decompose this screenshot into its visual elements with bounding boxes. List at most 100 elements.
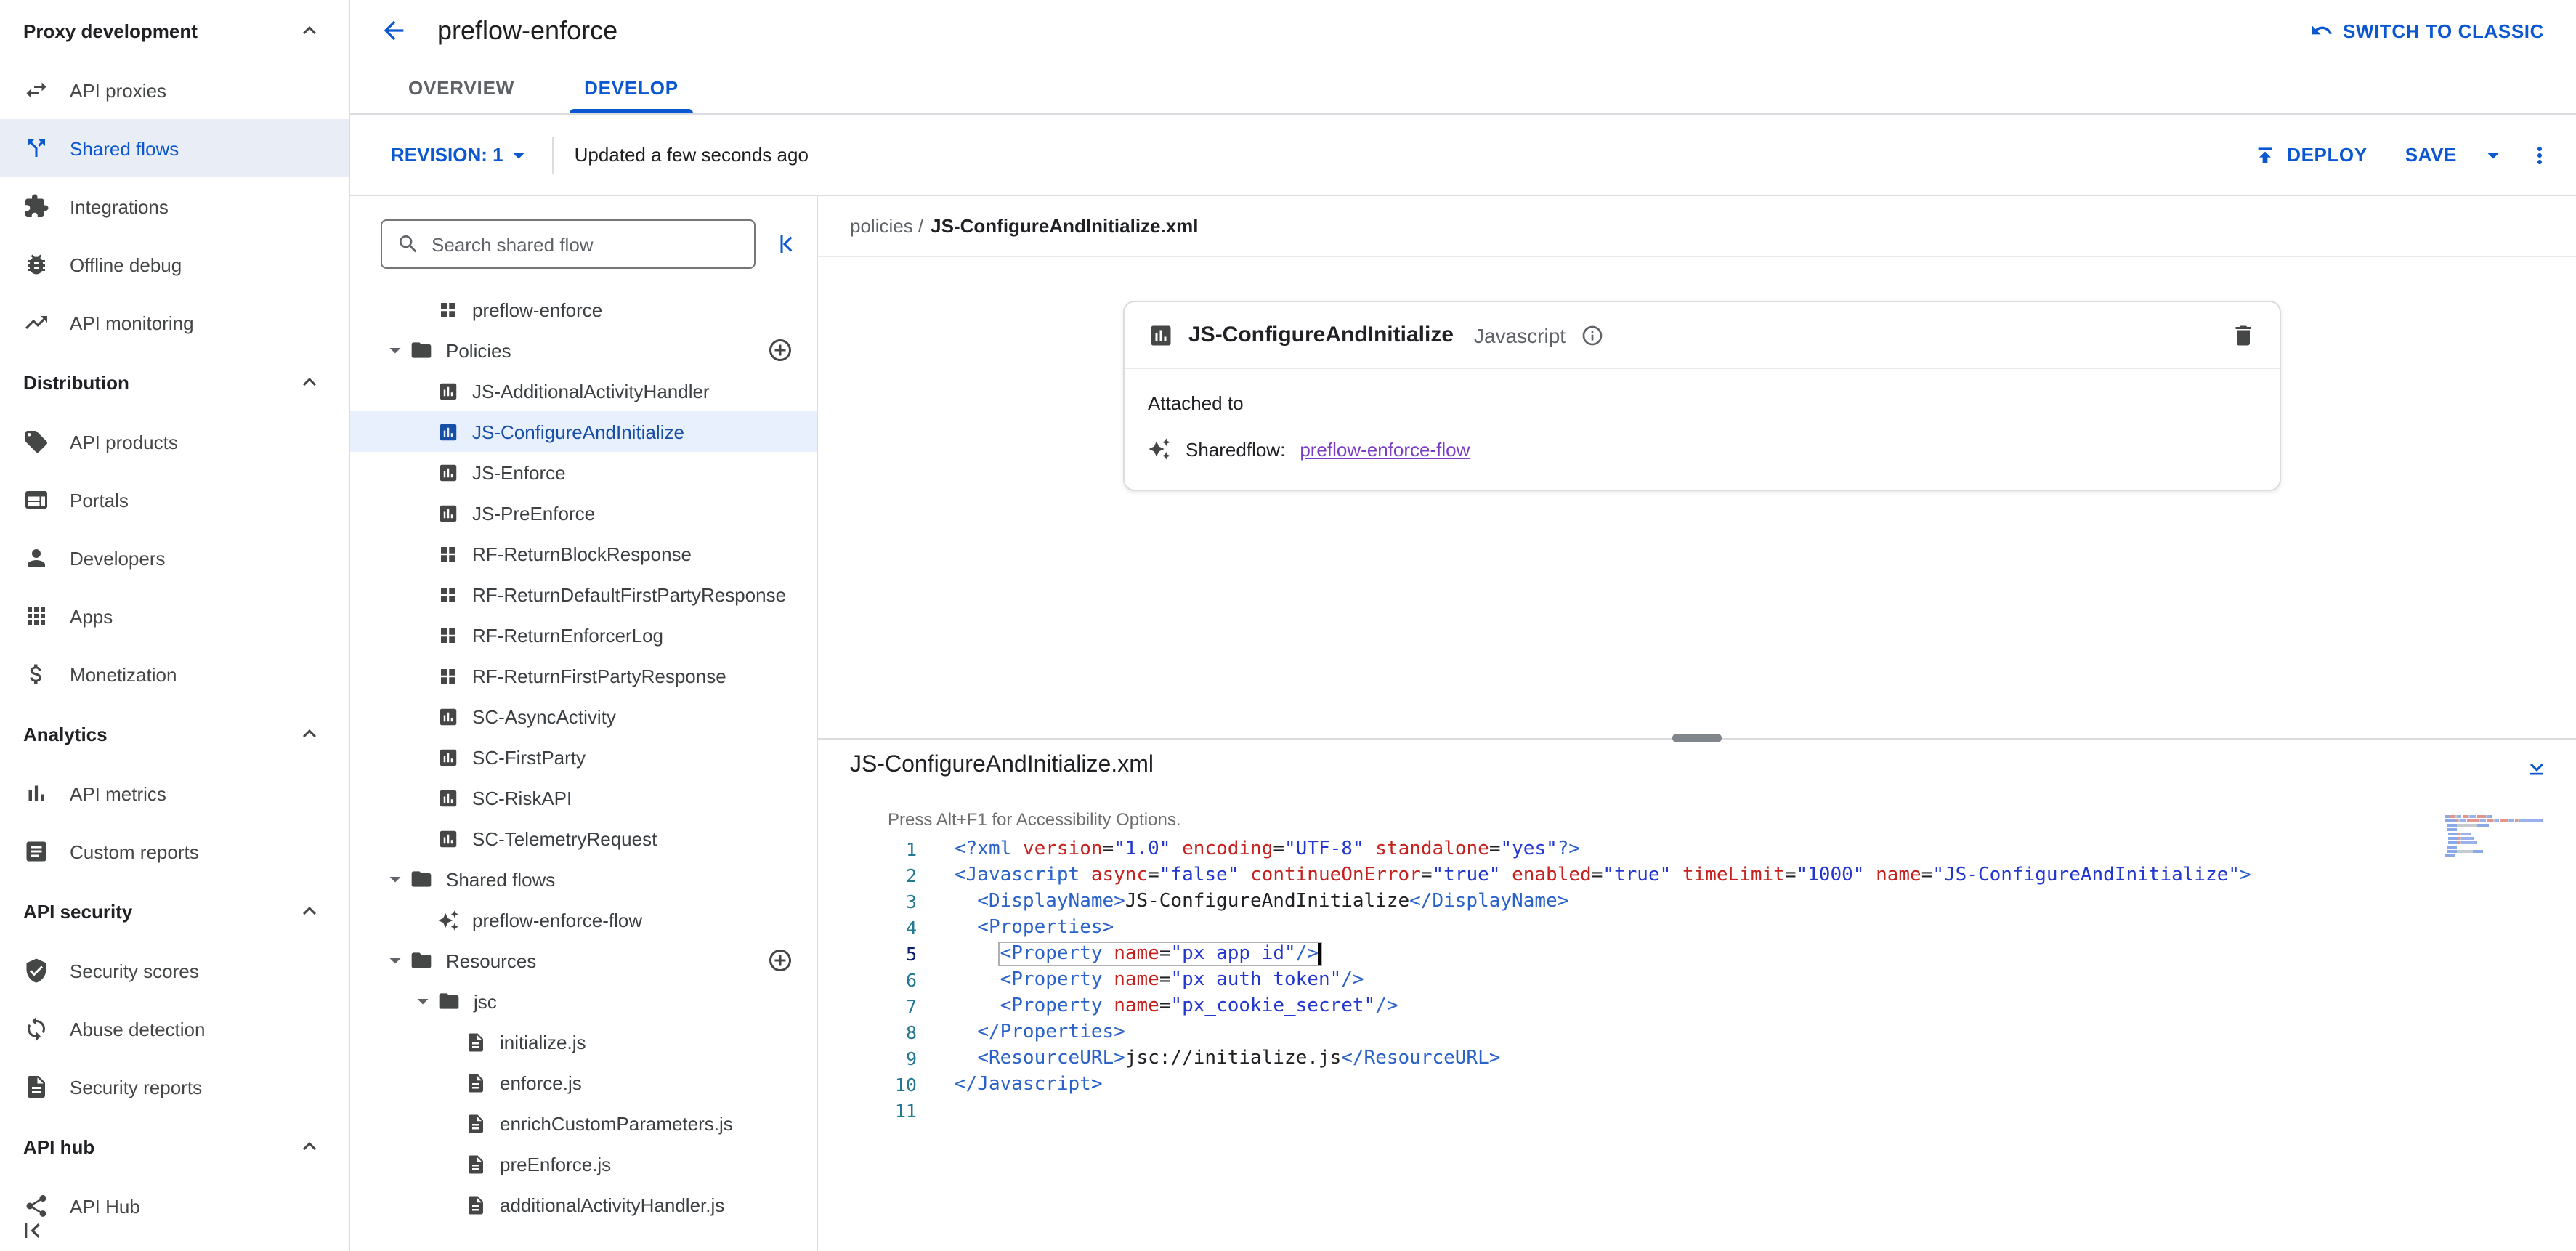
code-editor[interactable]: Press Alt+F1 for Accessibility Options. … (818, 792, 2576, 1125)
folder-icon (437, 989, 461, 1013)
tree-item-sc-riskapi[interactable]: SC-RiskAPI (350, 777, 817, 818)
tree-item-preflow-enforce[interactable]: preflow-enforce (350, 289, 817, 330)
policy-grid-icon (437, 665, 459, 687)
search-box[interactable] (381, 219, 756, 269)
panel-collapse-button[interactable] (773, 231, 799, 257)
sidebar-item-api-hub[interactable]: API Hub (0, 1177, 349, 1235)
tree-item-js-enforce[interactable]: JS-Enforce (350, 452, 817, 493)
nav-section-title: API security (23, 900, 132, 922)
policy-icon (1148, 322, 1174, 348)
sidebar-item-abuse-detection[interactable]: Abuse detection (0, 1000, 349, 1058)
panel-resize-handle[interactable] (1672, 734, 1722, 742)
save-button[interactable]: SAVE (2391, 135, 2471, 174)
sidebar-item-api-proxies[interactable]: API proxies (0, 61, 349, 119)
delete-policy-button[interactable] (2230, 322, 2256, 348)
save-options-button[interactable] (2480, 142, 2506, 168)
tree-folder-jsc[interactable]: jsc (350, 981, 817, 1021)
sidebar-item-api-monitoring[interactable]: API monitoring (0, 293, 349, 352)
add-resources-button[interactable] (767, 947, 793, 973)
policy-grid-icon (437, 624, 459, 646)
sidebar-item-developers[interactable]: Developers (0, 529, 349, 587)
api-monitoring-icon (23, 309, 49, 336)
folder-icon (410, 949, 433, 972)
offline-debug-icon (23, 251, 49, 278)
deploy-button[interactable]: DEPLOY (2239, 134, 2382, 175)
code-line-7[interactable]: 7 <Property name="px_cookie_secret"/> (818, 994, 2576, 1020)
sidebar-item-label: Security scores (70, 960, 199, 981)
nav-section-proxy-development[interactable]: Proxy development (0, 0, 349, 61)
tree-item-enforce-js[interactable]: enforce.js (350, 1062, 817, 1103)
add-policies-button[interactable] (767, 337, 793, 363)
sidebar-item-custom-reports[interactable]: Custom reports (0, 822, 349, 880)
revision-selector[interactable]: REVISION: 1 (373, 133, 544, 177)
info-icon[interactable] (1580, 323, 1603, 347)
code-line-5[interactable]: 5 <Property name="px_app_id"/> (818, 942, 2576, 968)
sidebar-item-monetization[interactable]: Monetization (0, 645, 349, 703)
file-icon (465, 1153, 487, 1175)
minimap[interactable] (2445, 815, 2553, 863)
code-line-6[interactable]: 6 <Property name="px_auth_token"/> (818, 968, 2576, 994)
sidebar-item-label: Developers (70, 547, 166, 569)
sidebar-item-offline-debug[interactable]: Offline debug (0, 235, 349, 293)
sidebar-item-apps[interactable]: Apps (0, 587, 349, 645)
code-line-8[interactable]: 8 </Properties> (818, 1020, 2576, 1046)
nav-section-analytics[interactable]: Analytics (0, 703, 349, 764)
back-button[interactable] (379, 16, 408, 45)
more-options-button[interactable] (2527, 142, 2553, 168)
tree-item-rf-returnenforcerlog[interactable]: RF-ReturnEnforcerLog (350, 615, 817, 655)
code-line-3[interactable]: 3 <DisplayName>JS-ConfigureAndInitialize… (818, 889, 2576, 915)
sidebar-item-api-products[interactable]: API products (0, 413, 349, 471)
line-number: 9 (818, 1046, 917, 1072)
nav-section-api-hub[interactable]: API hub (0, 1116, 349, 1177)
chevron-up-icon (296, 721, 323, 747)
file-icon (465, 1031, 487, 1053)
sidebar-collapse-button[interactable] (17, 1216, 46, 1245)
tree-item-preflow-enforce-flow[interactable]: preflow-enforce-flow (350, 899, 817, 940)
tree-item-rf-returnfirstpartyresponse[interactable]: RF-ReturnFirstPartyResponse (350, 655, 817, 696)
folder-icon (410, 867, 433, 891)
tab-overview[interactable]: OVERVIEW (373, 61, 549, 113)
tree-item-js-additionalactivityhandler[interactable]: JS-AdditionalActivityHandler (350, 371, 817, 411)
sharedflow-link[interactable]: preflow-enforce-flow (1300, 438, 1470, 460)
code-line-11[interactable]: 11 (818, 1098, 2576, 1125)
switch-to-classic-button[interactable]: SWITCH TO CLASSIC (2309, 19, 2544, 42)
tab-develop[interactable]: DEVELOP (549, 61, 713, 113)
sidebar-item-shared-flows[interactable]: Shared flows (0, 119, 349, 177)
caret-down-icon (410, 988, 436, 1014)
tree-item-sc-telemetryrequest[interactable]: SC-TelemetryRequest (350, 818, 817, 859)
code-line-4[interactable]: 4 <Properties> (818, 915, 2576, 942)
tree-folder-policies[interactable]: Policies (350, 330, 817, 371)
sidebar-item-security-reports[interactable]: Security reports (0, 1058, 349, 1116)
search-input[interactable] (432, 233, 740, 255)
tree-item-sc-asyncactivity[interactable]: SC-AsyncActivity (350, 696, 817, 737)
code-line-10[interactable]: 10</Javascript> (818, 1072, 2576, 1098)
code-line-content: </Properties> (917, 1020, 1125, 1046)
sidebar-item-portals[interactable]: Portals (0, 471, 349, 529)
code-line-9[interactable]: 9 <ResourceURL>jsc://initialize.js</Reso… (818, 1046, 2576, 1072)
tree-label: SC-AsyncActivity (472, 705, 616, 727)
caret-down-icon (506, 142, 532, 168)
tree-folder-shared-flows[interactable]: Shared flows (350, 859, 817, 899)
api-products-icon (23, 429, 49, 455)
sidebar-item-integrations[interactable]: Integrations (0, 177, 349, 235)
tree-item-js-configureandinitialize[interactable]: JS-ConfigureAndInitialize (350, 411, 817, 452)
tree-folder-resources[interactable]: Resources (350, 940, 817, 981)
nav-section-distribution[interactable]: Distribution (0, 352, 349, 413)
tree-item-js-preenforce[interactable]: JS-PreEnforce (350, 493, 817, 533)
tree-item-rf-returnblockresponse[interactable]: RF-ReturnBlockResponse (350, 533, 817, 574)
tree-item-initialize-js[interactable]: initialize.js (350, 1021, 817, 1062)
code-line-1[interactable]: 1<?xml version="1.0" encoding="UTF-8" st… (818, 837, 2576, 863)
sidebar-item-security-scores[interactable]: Security scores (0, 942, 349, 1000)
sidebar-item-api-metrics[interactable]: API metrics (0, 764, 349, 822)
nav-section-api-security[interactable]: API security (0, 880, 349, 942)
tree-item-sc-firstparty[interactable]: SC-FirstParty (350, 737, 817, 777)
policy-grid-icon (437, 299, 459, 320)
apigee-console: Proxy developmentAPI proxiesShared flows… (0, 0, 2576, 1251)
tree-item-enrichcustomparameters-js[interactable]: enrichCustomParameters.js (350, 1103, 817, 1143)
flow-explorer: preflow-enforcePoliciesJS-AdditionalActi… (350, 196, 818, 1251)
tree-item-rf-returndefaultfirstpartyresponse[interactable]: RF-ReturnDefaultFirstPartyResponse (350, 574, 817, 615)
collapse-code-panel-button[interactable] (2524, 754, 2550, 780)
code-line-2[interactable]: 2<Javascript async="false" continueOnErr… (818, 863, 2576, 889)
tree-item-preenforce-js[interactable]: preEnforce.js (350, 1143, 817, 1184)
tree-item-additionalactivityhandler-js[interactable]: additionalActivityHandler.js (350, 1184, 817, 1225)
